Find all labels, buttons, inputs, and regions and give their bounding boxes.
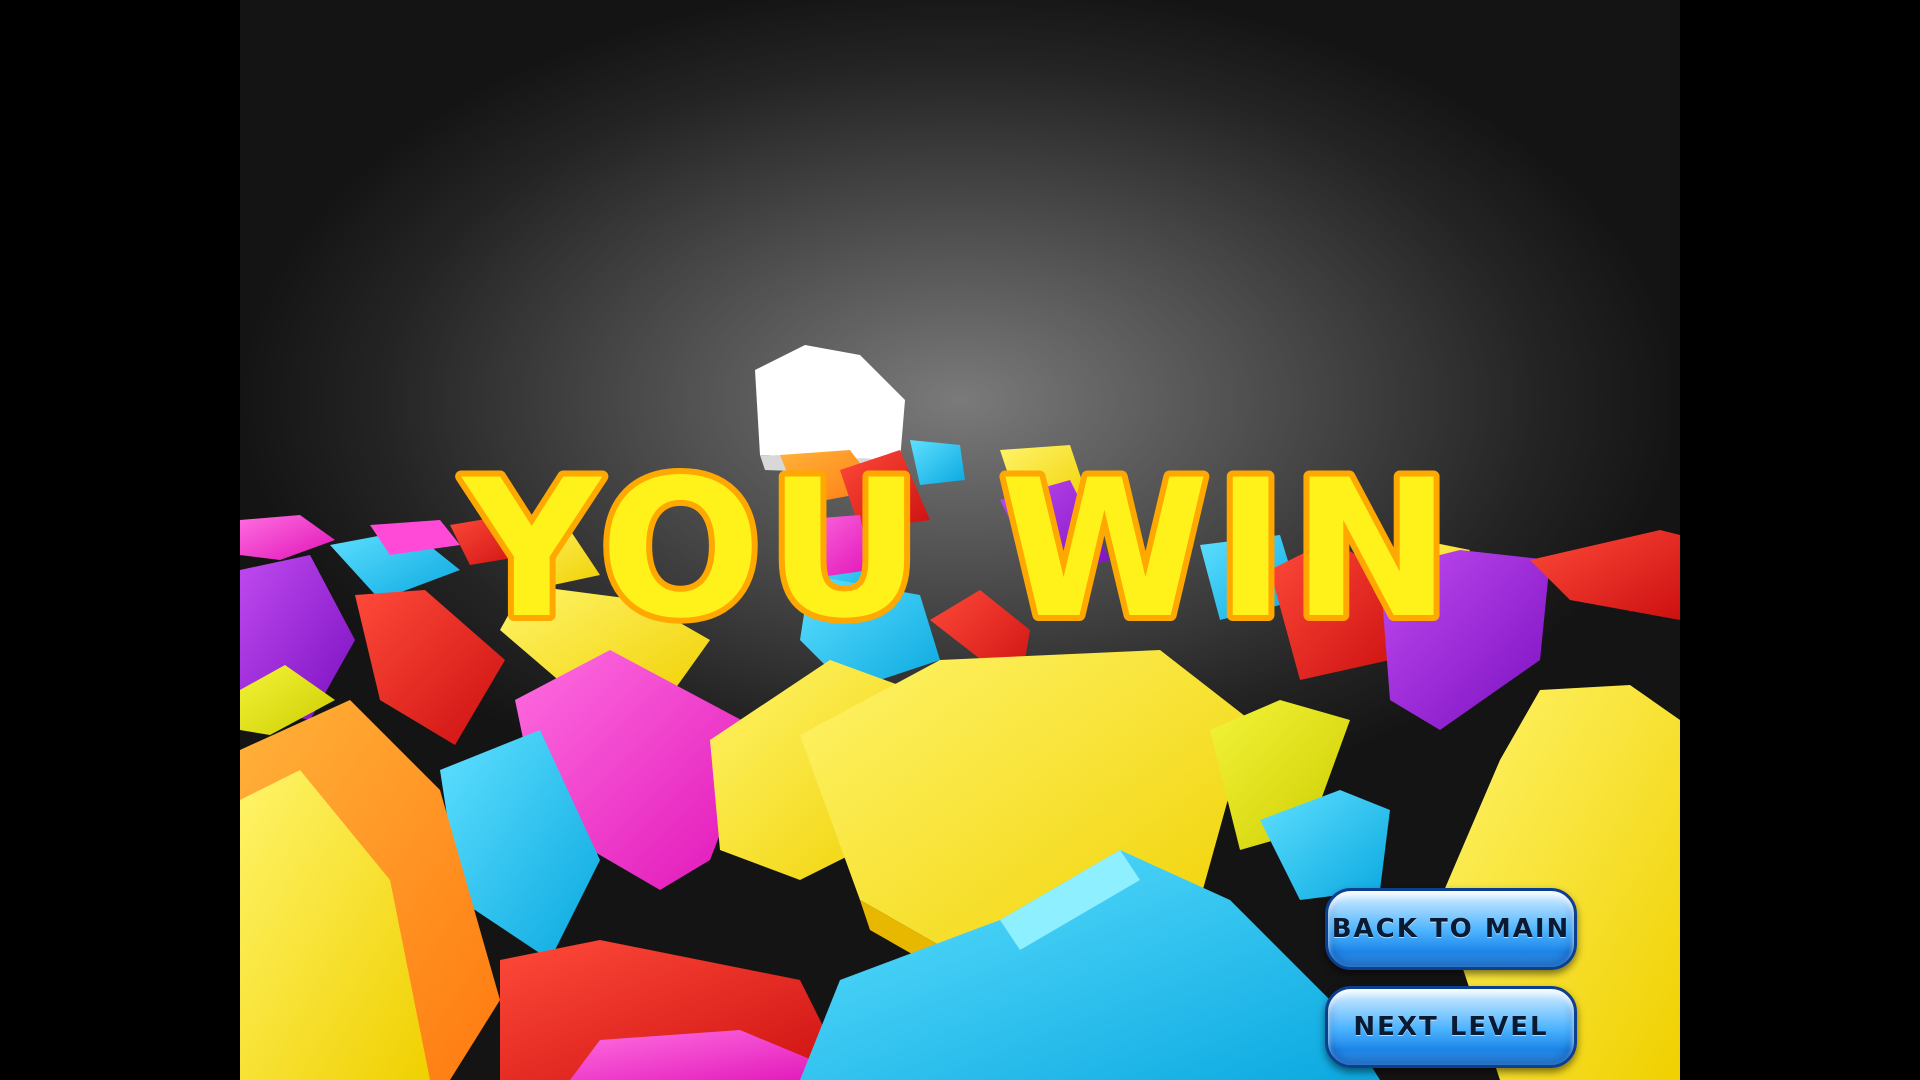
back-to-main-label: BACK TO MAIN (1331, 914, 1571, 944)
you-win-text: YOU WIN (461, 439, 1457, 650)
end-level-menu: BACK TO MAIN NEXT LEVEL (1325, 888, 1577, 1080)
game-viewport: YOU WIN BACK TO MAIN NEXT LEVEL (240, 0, 1680, 1080)
letterbox-left (0, 0, 240, 1080)
letterbox-right (1680, 0, 1920, 1080)
back-to-main-button[interactable]: BACK TO MAIN (1325, 888, 1577, 970)
you-win-title: YOU WIN (455, 433, 1457, 650)
next-level-label: NEXT LEVEL (1353, 1012, 1549, 1042)
next-level-button[interactable]: NEXT LEVEL (1325, 986, 1577, 1068)
